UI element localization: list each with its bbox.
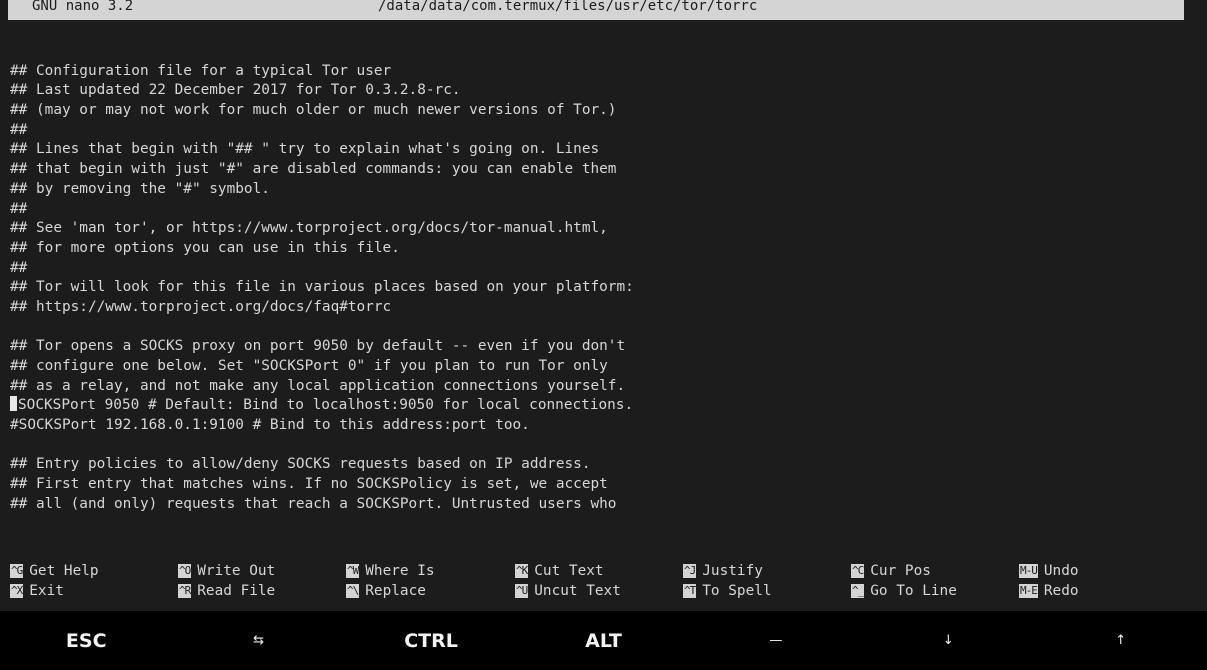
shortcut-label: Uncut Text	[534, 583, 621, 599]
shortcut-key: ^_	[851, 584, 864, 598]
editor-line[interactable]: ## by removing the "#" symbol.	[10, 180, 1190, 200]
editor-line[interactable]: ## Configuration file for a typical Tor …	[10, 62, 1190, 82]
shortcut-key: ^G	[10, 564, 23, 578]
editor-line[interactable]: ## as a relay, and not make any local ap…	[10, 377, 1190, 397]
editor-line[interactable]: #SOCKSPort 192.168.0.1:9100 # Bind to th…	[10, 416, 1190, 436]
editor-line[interactable]: ## that begin with just "#" are disabled…	[10, 160, 1190, 180]
terminal-screen: GNU nano 3.2 /data/data/com.termux/files…	[0, 0, 1207, 670]
shortcut-key: ^T	[683, 584, 696, 598]
shortcut-help-bar: ^G Get Help ^O Write Out ^W Where Is ^K Cut Tex…	[10, 561, 1190, 605]
editor-line[interactable]: ##	[10, 259, 1190, 279]
shortcut-label: Where Is	[365, 563, 435, 579]
shortcut-exit[interactable]: ^X Exit	[10, 581, 64, 601]
editor-line[interactable]	[10, 436, 1190, 456]
shortcut-key: M-U	[1019, 564, 1038, 578]
shortcut-key: ^X	[10, 584, 23, 598]
ctrl-key[interactable]: CTRL	[345, 611, 517, 670]
shortcut-label: Go To Line	[870, 583, 957, 599]
editor-line[interactable]: ## (may or may not work for much older o…	[10, 101, 1190, 121]
shortcut-justify[interactable]: ^J Justify	[683, 561, 763, 581]
shortcut-go-to-line[interactable]: ^_ Go To Line	[851, 581, 957, 601]
editor-line[interactable]	[10, 318, 1190, 338]
shortcut-redo[interactable]: M-E Redo	[1019, 581, 1079, 601]
shortcut-key: ^\	[346, 584, 359, 598]
shortcut-label: Cur Pos	[870, 563, 931, 579]
shortcut-label: Undo	[1043, 563, 1079, 579]
shortcut-to-spell[interactable]: ^T To Spell	[683, 581, 772, 601]
editor-name: GNU nano 3.2	[32, 0, 134, 14]
editor-line[interactable]: ## Last updated 22 December 2017 for Tor…	[10, 81, 1190, 101]
file-path: /data/data/com.termux/files/usr/etc/tor/…	[378, 0, 758, 14]
shortcut-replace[interactable]: ^\ Replace	[346, 581, 426, 601]
tab-key[interactable]: ⇆	[172, 611, 344, 670]
shortcut-write-out[interactable]: ^O Write Out	[178, 561, 275, 581]
editor-line[interactable]: ##	[10, 200, 1190, 220]
shortcut-label: Get Help	[29, 563, 99, 579]
shortcut-label: Exit	[29, 583, 64, 599]
shortcut-label: Replace	[365, 583, 426, 599]
editor-line[interactable]: ## for more options you can use in this …	[10, 239, 1190, 259]
shortcut-key: M-E	[1019, 584, 1038, 598]
editor-line[interactable]: ## Tor will look for this file in variou…	[10, 278, 1190, 298]
shortcut-uncut-text[interactable]: ^U Uncut Text	[515, 581, 621, 601]
editor-line[interactable]: ##	[10, 121, 1190, 141]
shortcut-label: Redo	[1043, 583, 1079, 599]
shortcut-label: To Spell	[702, 583, 772, 599]
shortcut-label: Cut Text	[534, 563, 604, 579]
shortcut-key: ^W	[346, 564, 359, 578]
editor-line[interactable]: ## configure one below. Set "SOCKSPort 0…	[10, 357, 1190, 377]
shortcut-label: Justify	[702, 563, 763, 579]
shortcut-label: Write Out	[197, 563, 276, 579]
arrow-up-key[interactable]: ↑	[1035, 611, 1207, 670]
editor-line-text: SOCKSPort 9050 # Default: Bind to localh…	[18, 397, 634, 414]
esc-key[interactable]: ESC	[0, 611, 172, 670]
editor-text-area[interactable]: ## Configuration file for a typical Tor …	[10, 42, 1190, 542]
shortcut-cut-text[interactable]: ^K Cut Text	[515, 561, 604, 581]
shortcut-undo[interactable]: M-U Undo	[1019, 561, 1079, 581]
editor-line[interactable]: ## First entry that matches wins. If no …	[10, 475, 1190, 495]
editor-line[interactable]: ## Lines that begin with "## " try to ex…	[10, 140, 1190, 160]
editor-line[interactable]: ## See 'man tor', or https://www.torproj…	[10, 219, 1190, 239]
editor-line[interactable]: ## Entry policies to allow/deny SOCKS re…	[10, 455, 1190, 475]
editor-line[interactable]	[10, 42, 1190, 62]
shortcut-get-help[interactable]: ^G Get Help	[10, 561, 99, 581]
extra-keys-bar: ESC ⇆ CTRL ALT — ↓ ↑	[0, 611, 1207, 670]
editor-line[interactable]: ## https://www.torproject.org/docs/faq#t…	[10, 298, 1190, 318]
alt-key[interactable]: ALT	[517, 611, 689, 670]
editor-line[interactable]: ## Tor opens a SOCKS proxy on port 9050 …	[10, 337, 1190, 357]
arrow-down-key[interactable]: ↓	[862, 611, 1034, 670]
editor-line[interactable]: SOCKSPort 9050 # Default: Bind to localh…	[10, 396, 1190, 416]
editor-line[interactable]: ## all (and only) requests that reach a …	[10, 495, 1190, 515]
text-cursor	[10, 396, 17, 412]
shortcut-key: ^J	[683, 564, 696, 578]
shortcut-read-file[interactable]: ^R Read File	[178, 581, 275, 601]
shortcut-cur-pos[interactable]: ^C Cur Pos	[851, 561, 931, 581]
shortcut-key: ^R	[178, 584, 191, 598]
shortcut-key: ^K	[515, 564, 528, 578]
shortcut-key: ^O	[178, 564, 191, 578]
dash-key[interactable]: —	[690, 611, 862, 670]
nano-title-bar: GNU nano 3.2 /data/data/com.termux/files…	[8, 0, 1184, 20]
shortcut-where-is[interactable]: ^W Where Is	[346, 561, 435, 581]
shortcut-key: ^C	[851, 564, 864, 578]
shortcut-label: Read File	[197, 583, 276, 599]
shortcut-key: ^U	[515, 584, 528, 598]
